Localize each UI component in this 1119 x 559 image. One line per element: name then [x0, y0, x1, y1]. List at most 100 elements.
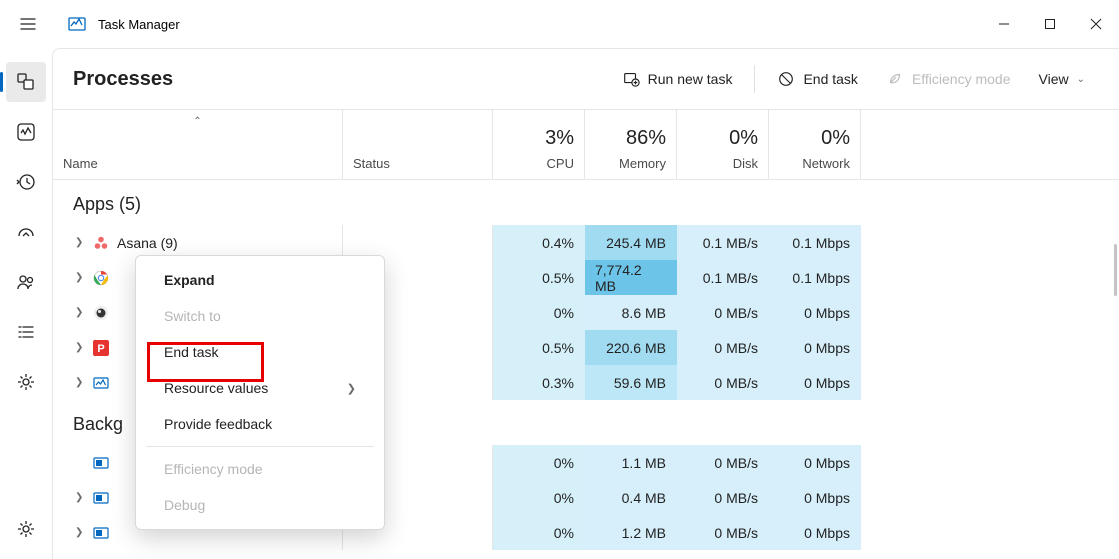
ctx-provide-feedback-label: Provide feedback	[164, 416, 272, 432]
ctx-efficiency-label: Efficiency mode	[164, 461, 263, 477]
disk-cell: 0 MB/s	[677, 295, 769, 330]
process-icon	[93, 490, 109, 506]
disk-cell: 0 MB/s	[677, 515, 769, 550]
window-controls	[981, 8, 1119, 40]
maximize-icon	[1044, 18, 1056, 30]
efficiency-mode-label: Efficiency mode	[912, 71, 1011, 87]
ctx-debug-label: Debug	[164, 497, 205, 513]
history-icon	[16, 172, 36, 192]
network-cell: 0.1 Mbps	[769, 225, 861, 260]
minimize-icon	[998, 18, 1010, 30]
col-header-status[interactable]: Status	[343, 110, 493, 179]
hamburger-menu-button[interactable]	[8, 4, 48, 44]
network-cell: 0 Mbps	[769, 365, 861, 400]
ctx-debug: Debug	[136, 487, 384, 523]
col-disk-label: Disk	[733, 156, 758, 171]
memory-cell: 0.4 MB	[585, 480, 677, 515]
memory-cell: 1.1 MB	[585, 445, 677, 480]
process-icon	[93, 525, 109, 541]
ctx-end-task[interactable]: End task	[136, 334, 384, 370]
context-menu: Expand Switch to End task Resource value…	[135, 255, 385, 530]
efficiency-mode-button[interactable]: Efficiency mode	[872, 64, 1025, 94]
col-header-name[interactable]: ⌃ Name	[53, 110, 343, 179]
nav-users[interactable]	[6, 262, 46, 302]
chevron-right-icon: ❯	[347, 382, 356, 395]
cpu-cell: 0.4%	[493, 225, 585, 260]
col-header-cpu[interactable]: 3% CPU	[493, 110, 585, 179]
disk-cell: 0 MB/s	[677, 445, 769, 480]
expander-icon[interactable]: ❯	[75, 307, 85, 318]
memory-cell: 1.2 MB	[585, 515, 677, 550]
network-usage-pct: 0%	[821, 127, 850, 150]
users-icon	[16, 272, 36, 292]
disk-cell: 0 MB/s	[677, 480, 769, 515]
view-dropdown[interactable]: View ⌄	[1025, 65, 1099, 93]
ctx-resource-values[interactable]: Resource values ❯	[136, 370, 384, 406]
processes-icon	[16, 72, 36, 92]
table-header: ⌃ Name Status 3% CPU 86% Memory 0% Disk …	[53, 110, 1119, 180]
col-header-network[interactable]: 0% Network	[769, 110, 861, 179]
expander-icon[interactable]: ❯	[75, 492, 85, 503]
nav-services[interactable]	[6, 362, 46, 402]
col-header-memory[interactable]: 86% Memory	[585, 110, 677, 179]
col-header-disk[interactable]: 0% Disk	[677, 110, 769, 179]
performance-icon	[16, 122, 36, 142]
cpu-cell: 0.3%	[493, 365, 585, 400]
end-task-label: End task	[803, 71, 857, 87]
end-task-button[interactable]: End task	[763, 64, 871, 94]
view-label: View	[1039, 71, 1069, 87]
memory-cell: 8.6 MB	[585, 295, 677, 330]
network-cell: 0 Mbps	[769, 295, 861, 330]
expander-icon[interactable]: ❯	[75, 527, 85, 538]
process-icon: P	[93, 340, 109, 356]
details-icon	[16, 322, 36, 342]
expander-icon[interactable]: ❯	[75, 237, 85, 248]
hamburger-icon	[20, 16, 36, 32]
col-status-label: Status	[353, 156, 482, 171]
ctx-efficiency-mode: Efficiency mode	[136, 451, 384, 487]
ctx-switch-to-label: Switch to	[164, 308, 221, 324]
expander-icon[interactable]: ❯	[75, 377, 85, 388]
memory-cell: 59.6 MB	[585, 365, 677, 400]
nav-processes[interactable]	[6, 62, 46, 102]
toolbar: Processes Run new task End task Efficien…	[53, 49, 1119, 109]
process-icon	[93, 235, 109, 251]
ctx-provide-feedback[interactable]: Provide feedback	[136, 406, 384, 442]
group-header-apps[interactable]: Apps (5)	[53, 180, 861, 225]
app-icon	[68, 15, 86, 33]
expander-icon[interactable]: ❯	[75, 342, 85, 353]
nav-details[interactable]	[6, 312, 46, 352]
ctx-resource-values-label: Resource values	[164, 380, 268, 396]
network-cell: 0 Mbps	[769, 445, 861, 480]
svg-text:P: P	[97, 343, 104, 355]
close-button[interactable]	[1073, 8, 1119, 40]
ctx-expand-label: Expand	[164, 272, 215, 288]
ctx-expand[interactable]: Expand	[136, 262, 384, 298]
nav-performance[interactable]	[6, 112, 46, 152]
expander-icon[interactable]: ❯	[75, 272, 85, 283]
ctx-end-task-label: End task	[164, 344, 218, 360]
minimize-button[interactable]	[981, 8, 1027, 40]
nav-rail	[0, 48, 52, 559]
network-cell: 0 Mbps	[769, 330, 861, 365]
toolbar-separator	[754, 65, 755, 93]
nav-startup[interactable]	[6, 212, 46, 252]
col-cpu-label: CPU	[547, 156, 574, 171]
memory-cell: 245.4 MB	[585, 225, 677, 260]
nav-settings[interactable]	[6, 509, 46, 549]
col-name-label: Name	[63, 156, 332, 171]
ctx-switch-to: Switch to	[136, 298, 384, 334]
disk-cell: 0 MB/s	[677, 330, 769, 365]
scrollbar-thumb[interactable]	[1114, 244, 1117, 296]
disk-cell: 0.1 MB/s	[677, 260, 769, 295]
cpu-cell: 0%	[493, 515, 585, 550]
cpu-usage-pct: 3%	[545, 127, 574, 150]
network-cell: 0 Mbps	[769, 480, 861, 515]
disk-cell: 0.1 MB/s	[677, 225, 769, 260]
maximize-button[interactable]	[1027, 8, 1073, 40]
nav-app-history[interactable]	[6, 162, 46, 202]
sort-ascending-icon: ⌃	[193, 116, 201, 127]
run-new-task-button[interactable]: Run new task	[608, 64, 747, 94]
cpu-cell: 0%	[493, 445, 585, 480]
page-title: Processes	[73, 68, 173, 91]
